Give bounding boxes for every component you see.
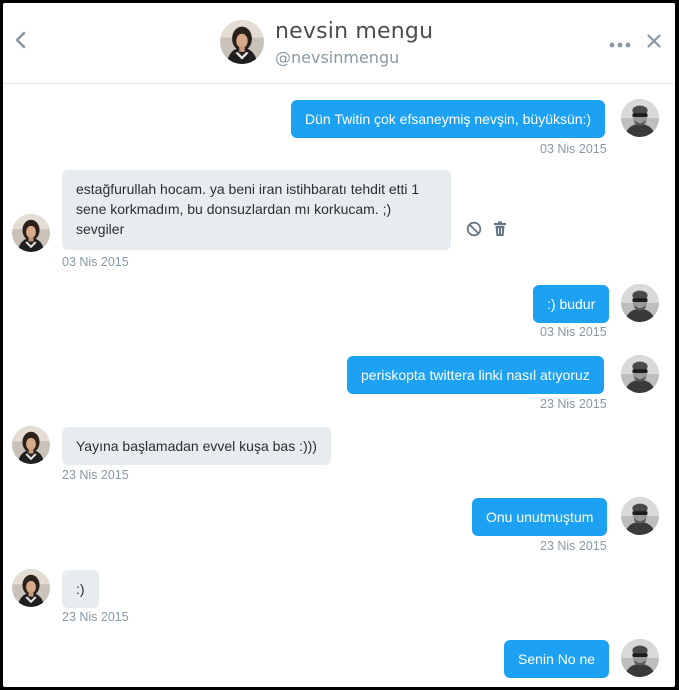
outgoing-message[interactable]: Dün Twitin çok efsaneymiş nevşin, büyüks…	[291, 100, 606, 138]
message-line: estağfurullah hocam. ya beni iran istihb…	[76, 181, 420, 197]
message-timestamp: 23 Nis 2015	[540, 397, 607, 411]
back-button[interactable]	[9, 27, 33, 57]
sender-avatar[interactable]	[621, 497, 659, 535]
message-line: sevgiler	[76, 221, 125, 237]
contact-handle[interactable]: @nevsinmengu	[275, 48, 399, 67]
trash-icon	[493, 220, 507, 242]
outgoing-message[interactable]: periskopta twittera linki nasıl atıyoruz	[347, 356, 604, 394]
more-dots-icon	[609, 35, 631, 53]
message-timestamp: 03 Nis 2015	[540, 142, 607, 156]
more-button[interactable]	[608, 34, 632, 54]
chevron-left-icon	[14, 31, 28, 54]
delete-button[interactable]	[491, 220, 509, 242]
block-button[interactable]	[465, 221, 483, 242]
close-button[interactable]	[644, 32, 664, 54]
contact-avatar[interactable]	[12, 426, 50, 464]
outgoing-message[interactable]: Onu unutmuştum	[472, 498, 608, 536]
sender-avatar[interactable]	[621, 284, 659, 322]
conversation-header: nevsin mengu @nevsinmengu	[3, 3, 675, 84]
message-timestamp: 03 Nis 2015	[62, 255, 129, 269]
block-icon	[466, 221, 482, 242]
contact-avatar[interactable]	[12, 214, 50, 252]
incoming-message[interactable]: estağfurullah hocam. ya beni iran istihb…	[62, 170, 451, 250]
outgoing-message[interactable]: :) budur	[533, 285, 610, 323]
message-timestamp: 03 Nis 2015	[540, 325, 607, 339]
incoming-message[interactable]: Yayına başlamadan evvel kuşa bas :)))	[62, 427, 331, 465]
sender-avatar[interactable]	[621, 355, 659, 393]
incoming-message[interactable]: :)	[62, 570, 99, 608]
close-icon	[647, 33, 661, 53]
message-timestamp: 23 Nis 2015	[62, 610, 129, 624]
message-timestamp: 23 Nis 2015	[62, 468, 129, 482]
dm-window: nevsin mengu @nevsinmengu Dün Twitin çok…	[3, 3, 675, 687]
header-avatar[interactable]	[220, 20, 264, 64]
sender-avatar[interactable]	[621, 639, 659, 677]
contact-name[interactable]: nevsin mengu	[275, 19, 433, 44]
message-line: sene korkmadım, bu donsuzlardan mı korku…	[76, 201, 392, 217]
outgoing-message[interactable]: Senin No ne	[504, 640, 610, 678]
sender-avatar[interactable]	[621, 99, 659, 137]
message-timestamp: 23 Nis 2015	[540, 539, 607, 553]
contact-avatar[interactable]	[12, 569, 50, 607]
